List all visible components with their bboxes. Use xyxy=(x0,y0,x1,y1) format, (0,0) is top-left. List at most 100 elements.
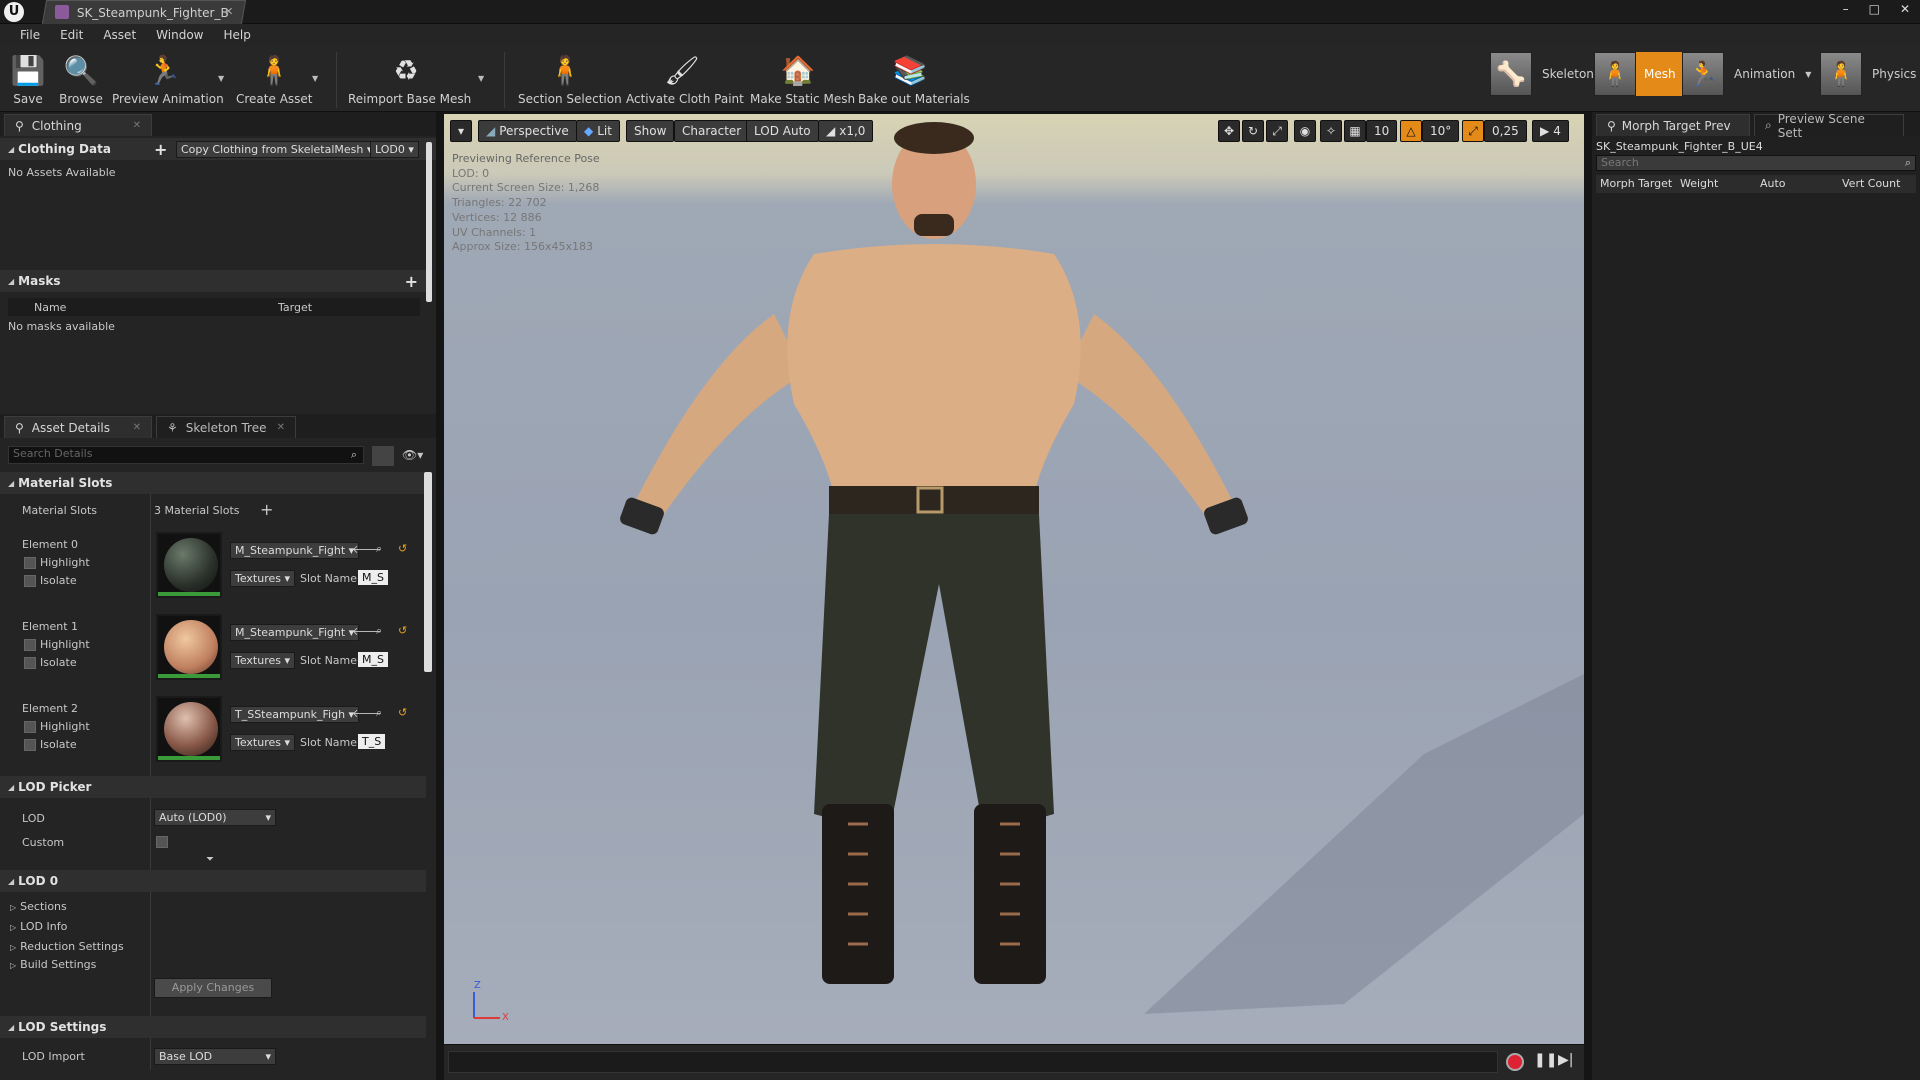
material-dropdown[interactable]: M_Steampunk_Fight ▾ xyxy=(230,624,360,641)
section-selection-button[interactable]: 🧍 Section Selection xyxy=(518,50,622,107)
masks-col-name[interactable]: Name xyxy=(34,301,66,314)
material-thumbnail[interactable] xyxy=(156,532,222,598)
menu-asset[interactable]: Asset xyxy=(93,28,146,42)
isolate-checkbox[interactable]: Isolate xyxy=(24,656,77,669)
lod-dropdown[interactable]: LOD0 ▾ xyxy=(370,141,419,158)
scale-snap-icon[interactable]: ⤢ xyxy=(1462,120,1484,142)
highlight-checkbox[interactable]: Highlight xyxy=(24,720,90,733)
reset-icon[interactable]: ↺ xyxy=(398,624,407,637)
add-mask-icon[interactable]: + xyxy=(405,272,418,291)
custom-checkbox[interactable] xyxy=(156,836,168,848)
clothing-data-header[interactable]: ◢ Clothing Data + Copy Clothing from Ske… xyxy=(0,138,436,160)
lod-select[interactable]: Auto (LOD0) ▾ xyxy=(154,809,276,826)
material-dropdown[interactable]: T_SSteampunk_Figh ▾ xyxy=(230,706,360,723)
reimport-dropdown-icon[interactable]: ▼ xyxy=(478,74,484,83)
slot-name-input[interactable]: M_S xyxy=(358,570,388,585)
search-details-input[interactable]: Search Details ⌕ xyxy=(8,446,364,464)
col-auto[interactable]: Auto xyxy=(1760,177,1786,190)
apply-changes-button[interactable]: Apply Changes xyxy=(154,978,272,998)
playback-speed-button[interactable]: ◢ x1,0 xyxy=(818,120,874,142)
tab-preview-scene-settings[interactable]: ⌕ Preview Scene Sett xyxy=(1754,112,1904,140)
sections-row[interactable]: ▷ Sections xyxy=(10,900,67,913)
browse-search-icon[interactable]: ⌕ xyxy=(376,706,382,720)
slot-name-input[interactable]: M_S xyxy=(358,652,388,667)
add-material-slot-icon[interactable]: + xyxy=(260,500,273,519)
viewport-options-button[interactable]: ▾ xyxy=(450,120,472,142)
create-asset-button[interactable]: 🧍 Create Asset xyxy=(236,50,313,107)
preview-animation-dropdown-icon[interactable]: ▼ xyxy=(218,74,224,83)
menu-help[interactable]: Help xyxy=(213,28,260,42)
animation-mode-dropdown-icon[interactable]: ▼ xyxy=(1805,70,1811,79)
reduction-settings-row[interactable]: ▷ Reduction Settings xyxy=(10,940,124,953)
morph-search-input[interactable]: Search ⌕ xyxy=(1596,155,1916,171)
menu-file[interactable]: File xyxy=(10,28,50,42)
grid-size-button[interactable]: 10 xyxy=(1366,120,1398,142)
textures-dropdown[interactable]: Textures ▾ xyxy=(230,734,296,751)
lod-auto-button[interactable]: LOD Auto xyxy=(746,120,819,142)
highlight-checkbox[interactable]: Highlight xyxy=(24,638,90,651)
browse-search-icon[interactable]: ⌕ xyxy=(376,624,382,638)
camera-speed-button[interactable]: ▶ 4 xyxy=(1532,120,1569,142)
isolate-checkbox[interactable]: Isolate xyxy=(24,738,77,751)
expand-chevron-icon[interactable]: ⏷ xyxy=(206,854,214,865)
show-button[interactable]: Show xyxy=(626,120,675,142)
bake-out-materials-button[interactable]: 📚 Bake out Materials xyxy=(858,50,970,107)
masks-col-target[interactable]: Target xyxy=(278,301,312,314)
minimize-button[interactable]: – xyxy=(1843,2,1849,16)
pause-icon[interactable]: ❚❚ xyxy=(1534,1052,1557,1068)
maximize-button[interactable]: □ xyxy=(1869,2,1880,16)
make-static-mesh-button[interactable]: 🏠 Make Static Mesh xyxy=(750,50,855,107)
animation-mode-button[interactable]: 🏃 Animation ▼ xyxy=(1682,52,1811,96)
details-scrollbar[interactable] xyxy=(424,472,432,672)
textures-dropdown[interactable]: Textures ▾ xyxy=(230,570,296,587)
view-options-grid-icon[interactable] xyxy=(372,446,394,466)
close-tab-icon[interactable]: ✕ xyxy=(277,422,285,433)
slot-name-input[interactable]: T_S xyxy=(358,734,386,749)
close-tab-icon[interactable]: ✕ xyxy=(133,120,141,131)
scale-icon[interactable]: ⤢ xyxy=(1266,120,1288,142)
unreal-logo-icon[interactable]: U xyxy=(4,2,24,22)
reimport-base-mesh-button[interactable]: ♻ Reimport Base Mesh xyxy=(348,50,471,107)
isolate-checkbox[interactable]: Isolate xyxy=(24,574,77,587)
masks-header[interactable]: ◢ Masks + xyxy=(0,270,426,292)
activate-cloth-paint-button[interactable]: 🖌 Activate Cloth Paint xyxy=(626,50,744,107)
menu-edit[interactable]: Edit xyxy=(50,28,93,42)
reset-icon[interactable]: ↺ xyxy=(398,706,407,719)
mesh-mode-button[interactable]: 🧍 Mesh xyxy=(1594,52,1682,96)
rotation-snap-icon[interactable]: △ xyxy=(1400,120,1422,142)
rotation-snap-value[interactable]: 10° xyxy=(1422,120,1460,142)
lod-info-row[interactable]: ▷ LOD Info xyxy=(10,920,67,933)
grid-snap-icon[interactable]: ▦ xyxy=(1344,120,1366,142)
skeleton-mode-button[interactable]: 🦴 Skeleton xyxy=(1490,52,1594,96)
lit-button[interactable]: ◆ Lit xyxy=(576,120,620,142)
copy-clothing-dropdown[interactable]: Copy Clothing from SkeletalMesh ▾ xyxy=(176,141,378,158)
step-forward-icon[interactable]: ▶| xyxy=(1558,1052,1573,1068)
tab-asset-details[interactable]: ⚲ Asset Details ✕ xyxy=(4,416,152,438)
material-dropdown[interactable]: M_Steampunk_Fight ▾ xyxy=(230,542,360,559)
browse-button[interactable]: 🔍 Browse xyxy=(58,50,104,107)
save-button[interactable]: 💾 Save xyxy=(8,50,48,107)
close-window-button[interactable]: ✕ xyxy=(1900,2,1910,16)
eye-visibility-icon[interactable]: 👁▾ xyxy=(402,448,423,462)
lod0-header[interactable]: ◢ LOD 0 xyxy=(0,870,426,892)
world-local-icon[interactable]: ◉ xyxy=(1294,120,1316,142)
material-slots-header[interactable]: ◢ Material Slots xyxy=(0,472,426,494)
create-asset-dropdown-icon[interactable]: ▼ xyxy=(312,74,318,83)
highlight-checkbox[interactable]: Highlight xyxy=(24,556,90,569)
col-vert-count[interactable]: Vert Count xyxy=(1842,177,1900,190)
reset-icon[interactable]: ↺ xyxy=(398,542,407,555)
textures-dropdown[interactable]: Textures ▾ xyxy=(230,652,296,669)
timeline-scrubber[interactable] xyxy=(448,1051,1498,1073)
col-weight[interactable]: Weight xyxy=(1680,177,1718,190)
scale-snap-value[interactable]: 0,25 xyxy=(1484,120,1527,142)
physics-mode-button[interactable]: 🧍 Physics xyxy=(1820,52,1916,96)
perspective-button[interactable]: ◢ Perspective xyxy=(478,120,577,142)
tab-morph-target-preview[interactable]: ⚲ Morph Target Prev xyxy=(1596,114,1750,136)
surface-snap-icon[interactable]: ✧ xyxy=(1320,120,1342,142)
menu-window[interactable]: Window xyxy=(146,28,213,42)
translate-icon[interactable]: ✥ xyxy=(1218,120,1240,142)
character-button[interactable]: Character xyxy=(674,120,750,142)
lod-settings-header[interactable]: ◢ LOD Settings xyxy=(0,1016,426,1038)
close-tab-icon[interactable]: ✕ xyxy=(224,5,233,18)
lod-import-select[interactable]: Base LOD ▾ xyxy=(154,1048,276,1065)
